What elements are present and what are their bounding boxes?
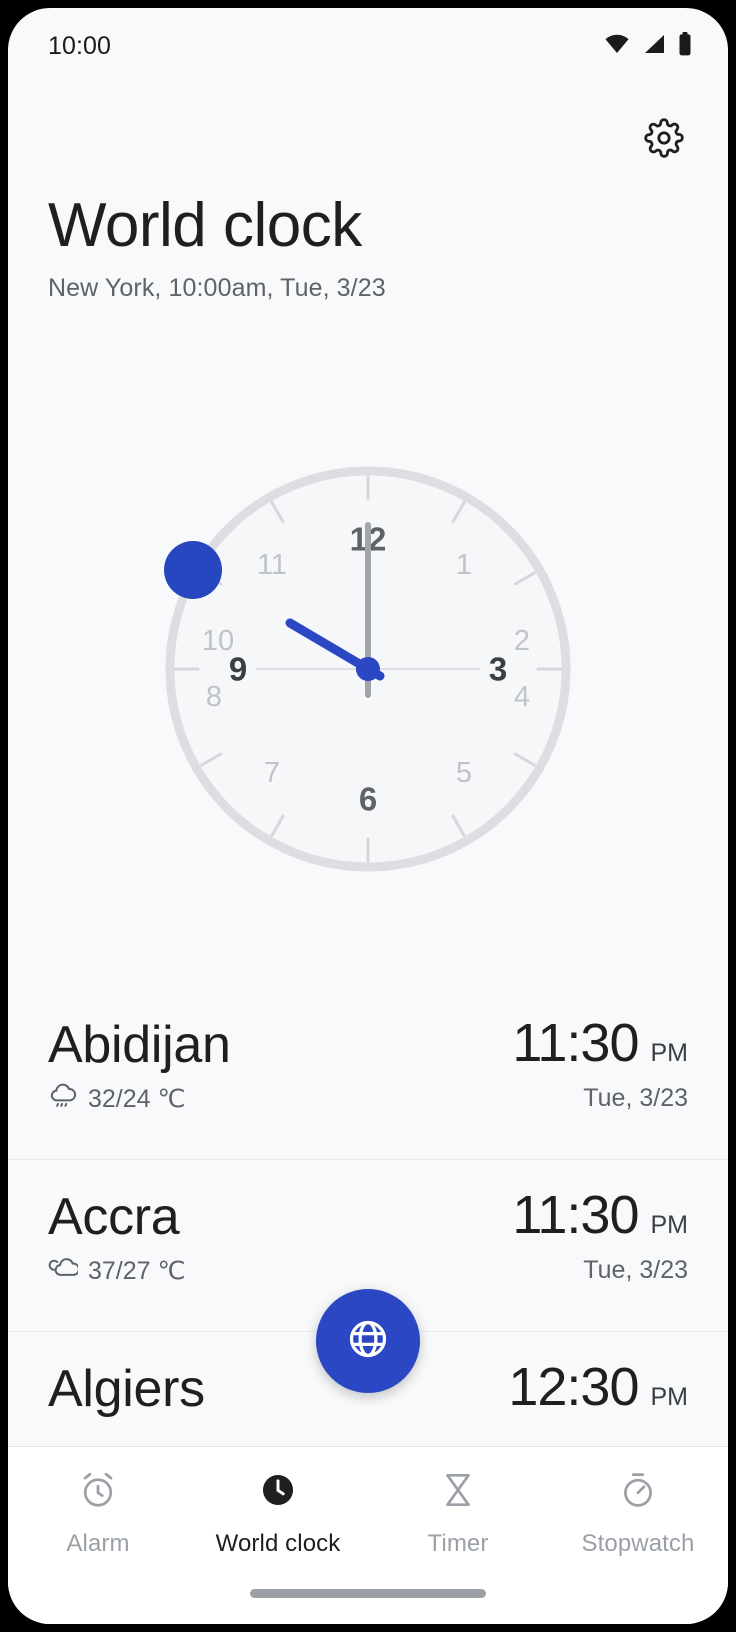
city-date: Tue, 3/23	[583, 1084, 688, 1112]
home-indicator[interactable]	[250, 1589, 486, 1598]
globe-icon	[345, 1316, 391, 1367]
battery-icon	[678, 31, 692, 61]
city-info: Abidijan 32/24 ℃	[48, 988, 231, 1118]
svg-text:1: 1	[456, 549, 472, 581]
settings-button[interactable]	[632, 108, 696, 172]
header: World clock New York, 10:00am, Tue, 3/23	[48, 193, 688, 303]
city-list-item[interactable]: Abidijan 32/24 ℃ 11:30 PM Tue, 3/23	[8, 988, 728, 1160]
svg-text:10: 10	[202, 625, 234, 657]
status-bar-clock: 10:00	[48, 31, 112, 60]
city-date: Tue, 3/23	[583, 1256, 688, 1284]
city-name: Algiers	[48, 1360, 205, 1418]
alarm-clock-icon	[77, 1469, 119, 1516]
city-weather: 37/27 ℃	[48, 1253, 186, 1290]
nav-item-world-clock[interactable]: World clock	[198, 1469, 358, 1558]
city-weather: 32/24 ℃	[48, 1081, 231, 1118]
city-ampm: PM	[650, 1039, 689, 1067]
city-time: 12:30	[508, 1357, 639, 1417]
city-info: Algiers	[48, 1332, 205, 1417]
svg-text:8: 8	[206, 681, 222, 713]
city-time: 11:30	[512, 1013, 639, 1073]
svg-text:2: 2	[514, 625, 530, 657]
city-name: Accra	[48, 1188, 180, 1246]
nav-label: Stopwatch	[581, 1530, 695, 1557]
analog-clock-container: 12 1 2 3 4 5 6 7 8 9 10 11	[8, 463, 728, 903]
city-ampm: PM	[650, 1383, 689, 1411]
clock-marker-dot	[164, 541, 222, 599]
city-name: Abidijan	[48, 1016, 231, 1074]
page-subtitle: New York, 10:00am, Tue, 3/23	[48, 274, 386, 303]
svg-text:7: 7	[264, 757, 280, 789]
nav-label: Alarm	[66, 1530, 130, 1557]
city-time: 11:30	[512, 1185, 639, 1245]
city-ampm: PM	[650, 1211, 689, 1239]
status-bar-icons	[604, 31, 692, 61]
city-time-block: 11:30 PM Tue, 3/23	[512, 1160, 688, 1285]
nav-label: Timer	[427, 1530, 489, 1557]
analog-clock: 12 1 2 3 4 5 6 7 8 9 10 11	[162, 463, 574, 875]
stopwatch-icon	[617, 1469, 659, 1516]
clock-center-pivot	[356, 657, 380, 681]
nav-item-stopwatch[interactable]: Stopwatch	[558, 1469, 718, 1558]
cellular-signal-icon	[642, 34, 666, 59]
svg-text:3: 3	[489, 651, 507, 688]
city-temperature: 37/27 ℃	[88, 1257, 186, 1286]
wifi-icon	[604, 34, 630, 59]
nav-item-alarm[interactable]: Alarm	[18, 1469, 178, 1558]
status-bar: 10:00	[8, 8, 728, 84]
nav-label: World clock	[215, 1530, 341, 1557]
city-info: Accra 37/27 ℃	[48, 1160, 186, 1290]
clock-filled-icon	[257, 1469, 299, 1516]
svg-text:4: 4	[514, 681, 530, 713]
nav-item-timer[interactable]: Timer	[378, 1469, 538, 1558]
phone-frame: 10:00 World clock New York, 10:00am, Tue…	[0, 0, 736, 1632]
city-time-block: 12:30 PM	[508, 1332, 688, 1414]
svg-text:6: 6	[359, 781, 377, 818]
add-city-fab[interactable]	[316, 1289, 420, 1393]
svg-text:5: 5	[456, 757, 472, 789]
clock-face-svg: 12 1 2 3 4 5 6 7 8 9 10 11	[164, 466, 571, 872]
rain-cloud-icon	[48, 1081, 78, 1118]
city-time-block: 11:30 PM Tue, 3/23	[512, 988, 688, 1113]
hourglass-icon	[437, 1469, 479, 1516]
city-temperature: 32/24 ℃	[88, 1085, 186, 1114]
gear-icon	[644, 117, 684, 163]
page-title: World clock	[48, 191, 362, 260]
partly-cloudy-icon	[48, 1253, 80, 1290]
phone-screen: 10:00 World clock New York, 10:00am, Tue…	[8, 8, 728, 1624]
svg-text:11: 11	[257, 549, 287, 581]
